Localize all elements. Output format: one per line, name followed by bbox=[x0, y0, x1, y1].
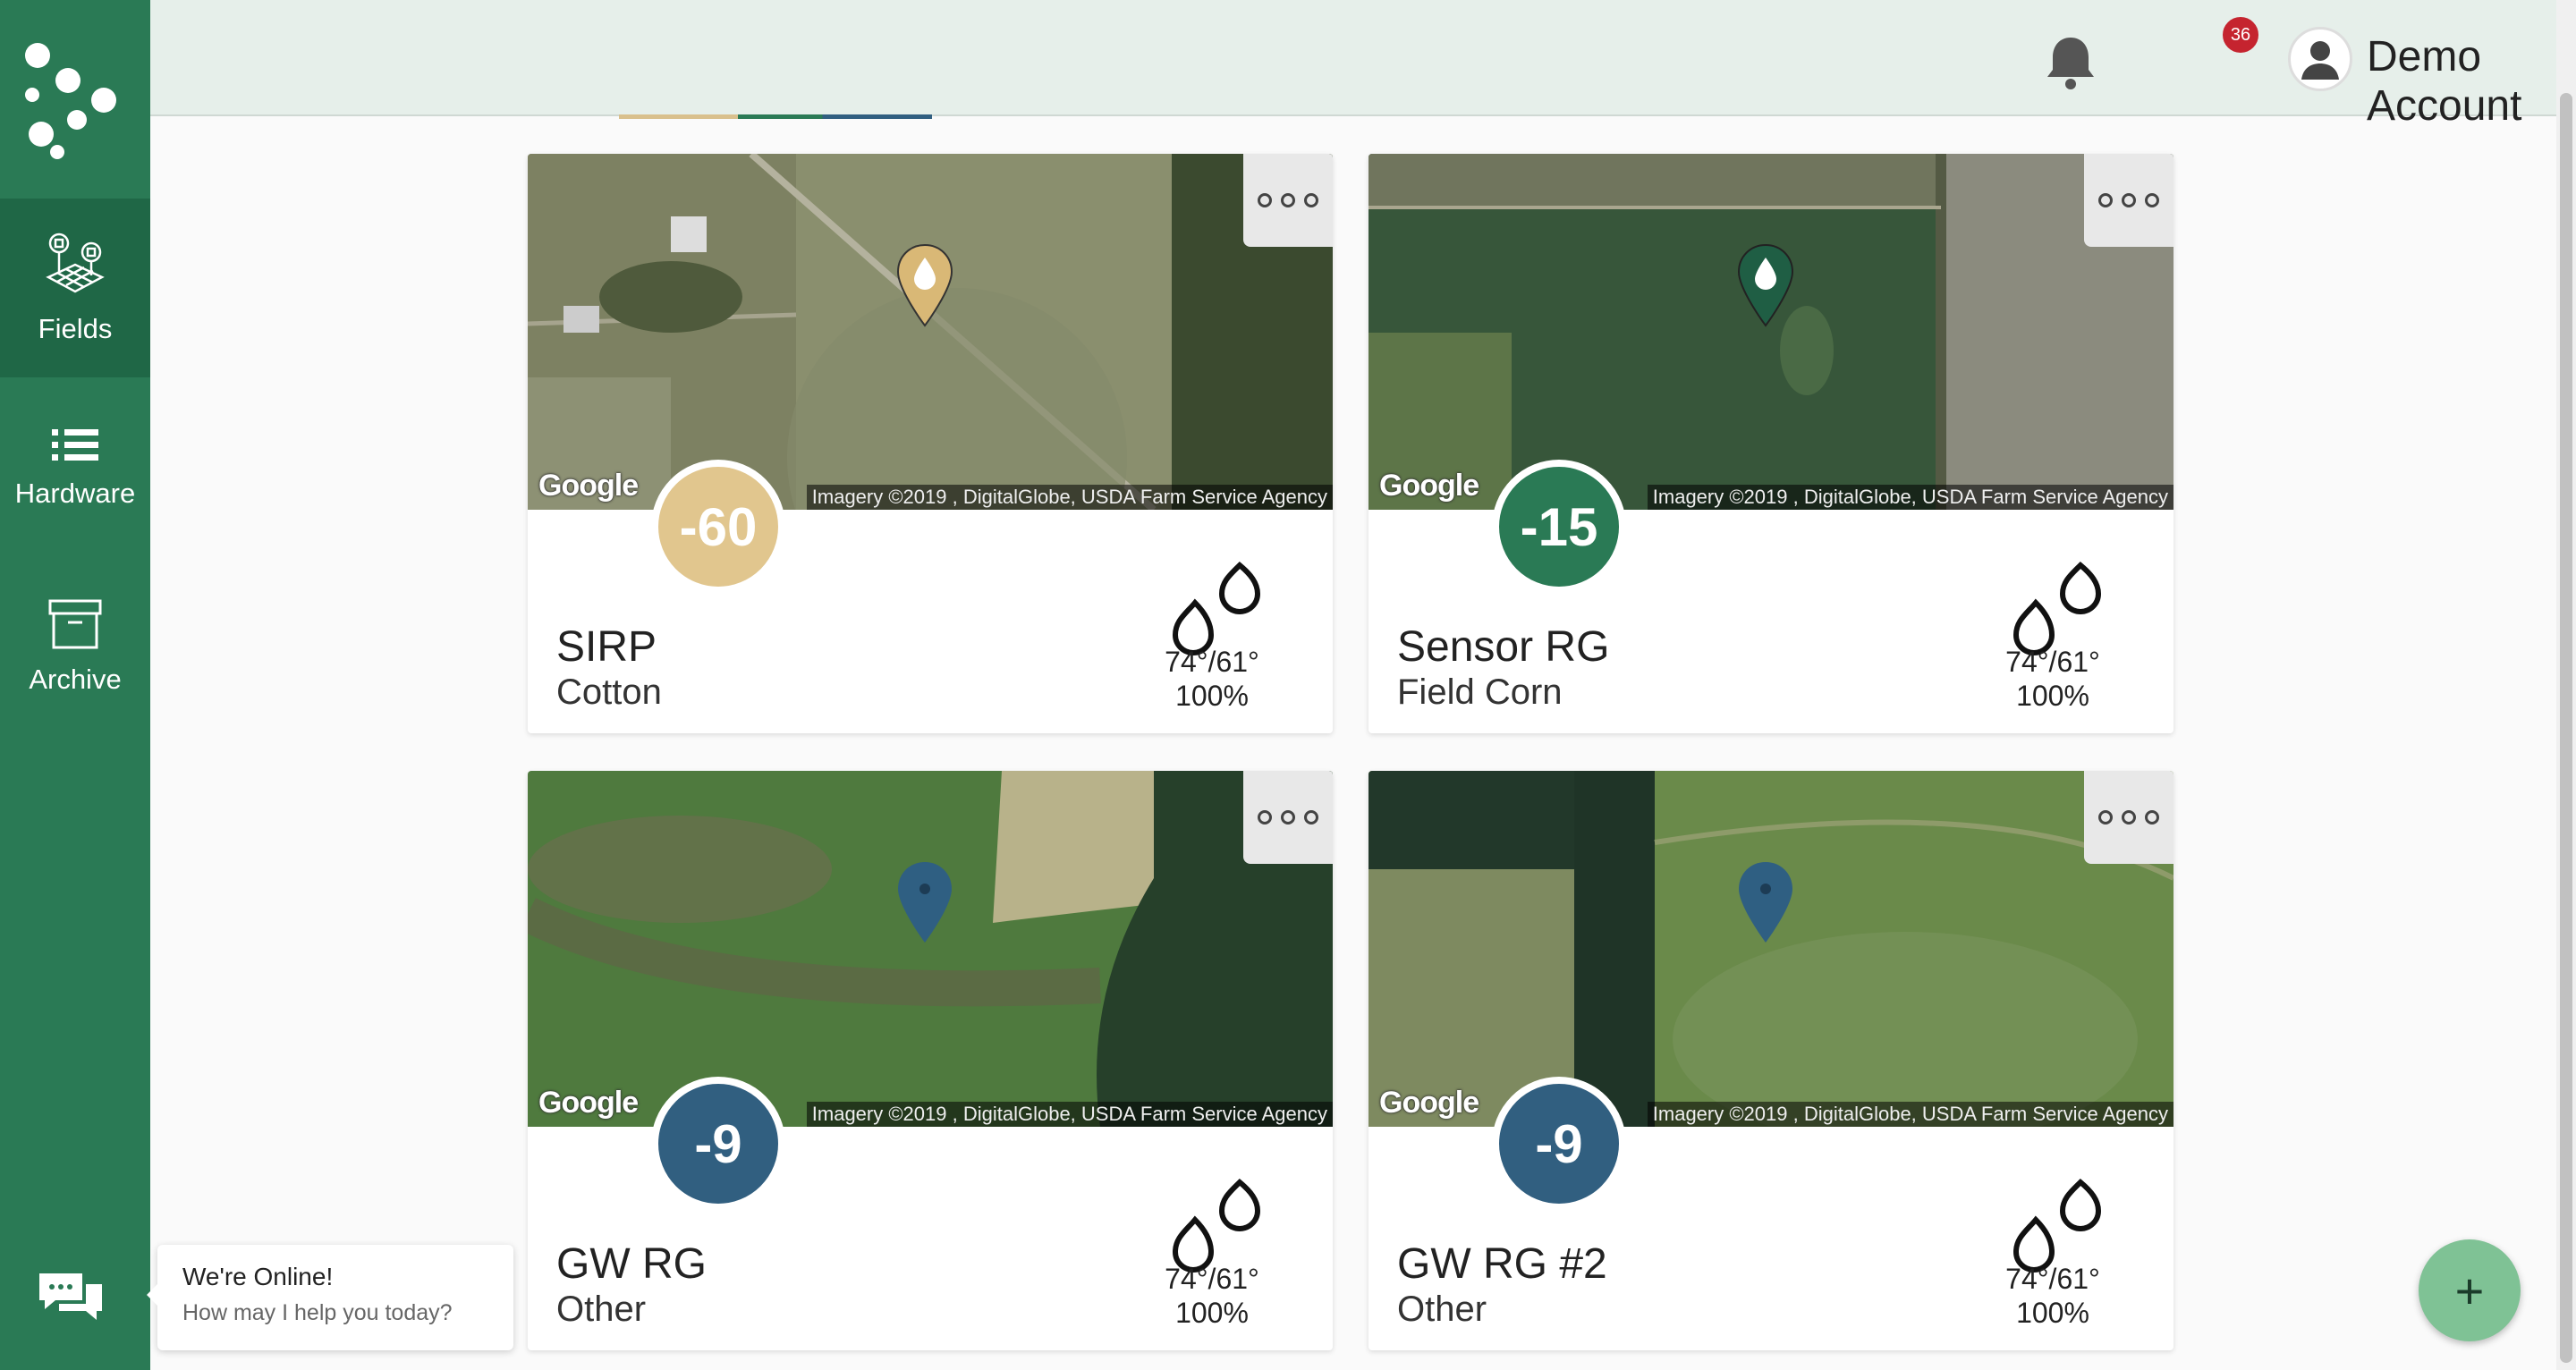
field-map[interactable]: Google Imagery ©2019 , DigitalGlobe, USD… bbox=[1368, 771, 2174, 1127]
field-card[interactable]: Google Imagery ©2019 , DigitalGlobe, USD… bbox=[1368, 154, 2174, 733]
sidebar-item-label: Archive bbox=[29, 664, 122, 695]
app-logo[interactable] bbox=[21, 38, 129, 163]
sidebar-item-archive[interactable]: Archive bbox=[0, 556, 150, 735]
temperature-range: 74°/61° bbox=[1165, 1263, 1259, 1295]
humidity-value: 100% bbox=[2016, 1297, 2089, 1329]
chat-title: We're Online! bbox=[182, 1263, 334, 1290]
map-pin-icon[interactable] bbox=[896, 243, 953, 329]
chat-popup[interactable]: We're Online! How may I help you today? bbox=[147, 1245, 513, 1350]
crop-type: Other bbox=[556, 1290, 647, 1329]
field-map[interactable]: Google Imagery ©2019 , DigitalGlobe, USD… bbox=[528, 154, 1333, 510]
satellite-map-image bbox=[1368, 771, 2174, 1127]
rain-drops-icon bbox=[2012, 1178, 2102, 1273]
rain-drops-icon bbox=[1172, 1178, 1261, 1273]
card-menu-button[interactable] bbox=[2084, 771, 2174, 864]
card-menu-button[interactable] bbox=[2084, 154, 2174, 247]
chat-icon[interactable] bbox=[36, 1268, 107, 1331]
map-pin-icon[interactable] bbox=[1737, 243, 1794, 329]
temperature-range: 74°/61° bbox=[2005, 1263, 2100, 1295]
sidebar: Fields Hardware Archive bbox=[0, 0, 150, 1370]
field-map[interactable]: Google Imagery ©2019 , DigitalGlobe, USD… bbox=[528, 771, 1333, 1127]
sidebar-item-fields[interactable]: Fields bbox=[0, 199, 150, 377]
moisture-score-badge: -15 bbox=[1492, 460, 1626, 594]
crop-type: Cotton bbox=[556, 672, 662, 712]
header-color-bar bbox=[619, 114, 932, 119]
moisture-score-badge: -60 bbox=[651, 460, 785, 594]
sidebar-item-label: Fields bbox=[38, 313, 113, 344]
card-menu-button[interactable] bbox=[1243, 771, 1333, 864]
field-name[interactable]: SIRP bbox=[556, 622, 657, 672]
archive-icon bbox=[48, 599, 102, 649]
temperature-range: 74°/61° bbox=[1165, 646, 1259, 678]
map-attribution[interactable]: Imagery ©2019 , DigitalGlobe, USDA Farm … bbox=[806, 1102, 1333, 1127]
chat-subtitle: How may I help you today? bbox=[182, 1300, 453, 1325]
field-name[interactable]: Sensor RG bbox=[1397, 622, 1609, 672]
sidebar-item-label: Hardware bbox=[14, 478, 136, 509]
humidity-value: 100% bbox=[1175, 680, 1249, 712]
user-icon bbox=[2301, 41, 2339, 80]
card-menu-button[interactable] bbox=[1243, 154, 1333, 247]
google-logo: Google bbox=[538, 469, 639, 503]
temperature-range: 74°/61° bbox=[2005, 646, 2100, 678]
google-logo: Google bbox=[1379, 1086, 1479, 1120]
crop-type: Field Corn bbox=[1397, 672, 1563, 712]
field-card[interactable]: Google Imagery ©2019 , DigitalGlobe, USD… bbox=[528, 154, 1333, 733]
rain-drops-icon bbox=[1172, 561, 1261, 655]
crop-type: Other bbox=[1397, 1290, 1487, 1329]
sidebar-item-hardware[interactable]: Hardware bbox=[0, 377, 150, 556]
google-logo: Google bbox=[1379, 469, 1479, 503]
scrollbar-thumb[interactable] bbox=[2560, 93, 2572, 1363]
field-name[interactable]: GW RG bbox=[556, 1239, 707, 1289]
moisture-score-badge: -9 bbox=[1492, 1077, 1626, 1211]
account-name[interactable]: Demo Account bbox=[2367, 32, 2556, 131]
list-icon bbox=[52, 429, 98, 461]
map-attribution[interactable]: Imagery ©2019 , DigitalGlobe, USDA Farm … bbox=[1647, 1102, 2174, 1127]
map-attribution[interactable]: Imagery ©2019 , DigitalGlobe, USDA Farm … bbox=[806, 485, 1333, 510]
satellite-map-image bbox=[528, 154, 1333, 510]
humidity-value: 100% bbox=[2016, 680, 2089, 712]
field-name[interactable]: GW RG #2 bbox=[1397, 1239, 1607, 1289]
moisture-score-badge: -9 bbox=[651, 1077, 785, 1211]
field-card[interactable]: Google Imagery ©2019 , DigitalGlobe, USD… bbox=[1368, 771, 2174, 1350]
field-map[interactable]: Google Imagery ©2019 , DigitalGlobe, USD… bbox=[1368, 154, 2174, 510]
rain-drops-icon bbox=[2012, 561, 2102, 655]
satellite-map-image bbox=[528, 771, 1333, 1127]
map-attribution[interactable]: Imagery ©2019 , DigitalGlobe, USDA Farm … bbox=[1647, 485, 2174, 510]
fields-icon bbox=[46, 233, 105, 293]
satellite-map-image bbox=[1368, 154, 2174, 510]
add-field-button[interactable]: + bbox=[2419, 1239, 2521, 1341]
bell-icon[interactable] bbox=[2039, 30, 2102, 93]
map-pin-icon[interactable] bbox=[1737, 860, 1794, 946]
field-card[interactable]: Google Imagery ©2019 , DigitalGlobe, USD… bbox=[528, 771, 1333, 1350]
top-header: 36 Demo Account bbox=[150, 0, 2556, 130]
humidity-value: 100% bbox=[1175, 1297, 1249, 1329]
map-pin-icon[interactable] bbox=[896, 860, 953, 946]
notification-badge: 36 bbox=[2220, 14, 2261, 55]
google-logo: Google bbox=[538, 1086, 639, 1120]
avatar[interactable] bbox=[2288, 27, 2352, 91]
